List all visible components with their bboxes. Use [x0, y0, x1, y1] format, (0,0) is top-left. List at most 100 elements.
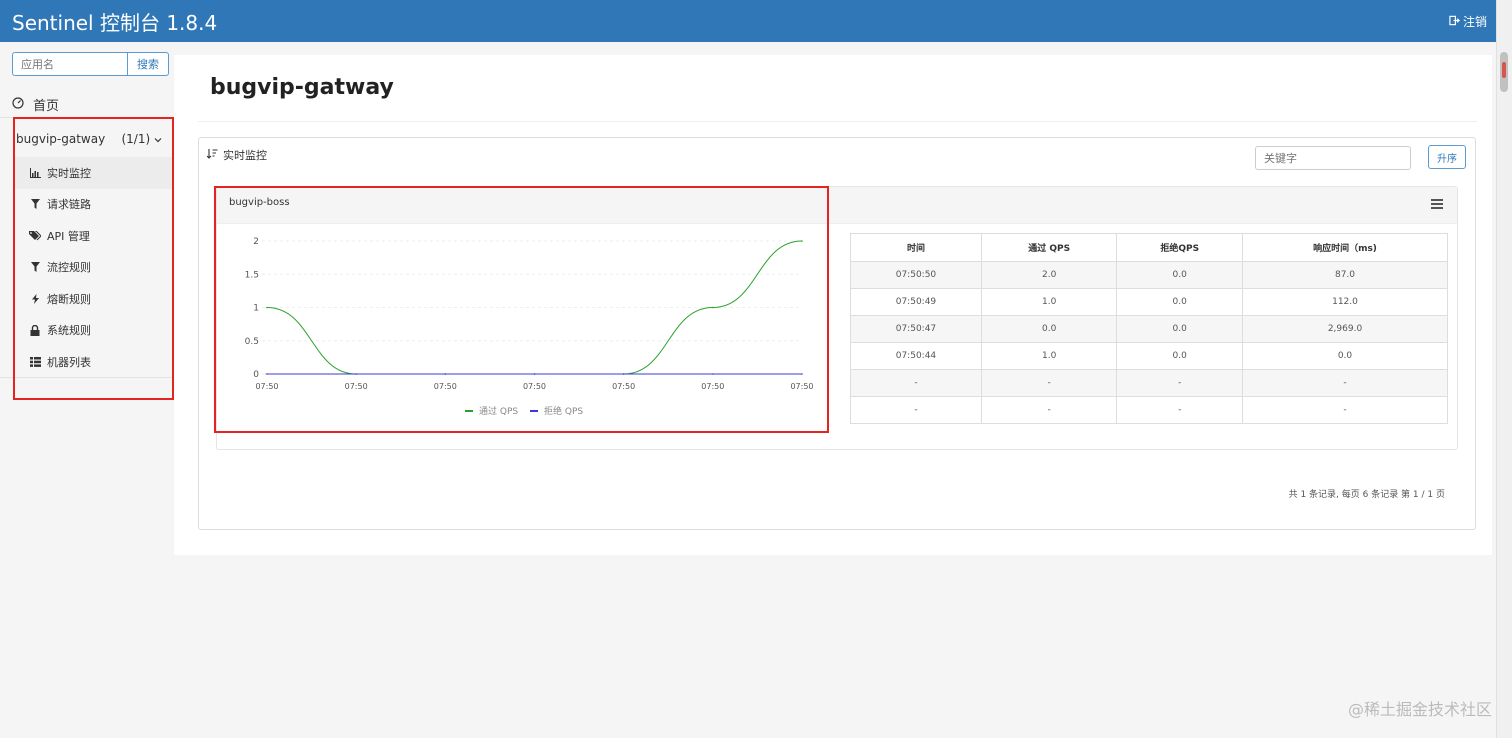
menu-item-realtime-monitor[interactable]: 实时监控 [15, 157, 173, 189]
data-point [266, 306, 268, 309]
table-header-row: 时间 通过 QPS 拒绝QPS 响应时间（ms) [850, 233, 1449, 262]
menu-item-flow-rules[interactable]: 流控规则 [15, 252, 173, 284]
brand-title[interactable]: Sentinel 控制台 1.8.4 [12, 7, 217, 36]
qps-line-chart: 2 1.5 1 0.5 0 07:50 07:50 07:50 07:50 07:50 07:50 0… [245, 237, 814, 417]
app-search: 搜索 [12, 52, 169, 76]
table-cell: - [1241, 369, 1449, 397]
menu-item-label: 机器列表 [47, 355, 91, 369]
table-cell: 2.0 [980, 261, 1118, 289]
menu-item-label: 请求链路 [47, 198, 91, 212]
logout-label: 注销 [1462, 15, 1487, 29]
table-cell: - [1116, 369, 1243, 397]
data-point [801, 240, 803, 242]
title-divider [198, 121, 1477, 122]
table-row: ---- [850, 369, 1449, 397]
table-cell: 0.0 [1116, 315, 1243, 343]
table-row: 07:50:50 2.0 0.0 87.0 [850, 261, 1449, 289]
x-tick-label: 07:50 [790, 382, 813, 391]
keyword-input[interactable] [1255, 146, 1411, 170]
list-icon [29, 356, 41, 367]
data-point [712, 306, 714, 309]
menu-item-label: 系统规则 [47, 324, 91, 338]
table-header-cell: 响应时间（ms) [1241, 233, 1449, 262]
table-cell: 1.0 [980, 342, 1118, 370]
table-cell: 112.0 [1241, 288, 1449, 316]
menu-item-degrade-rules[interactable]: 熔断规则 [15, 283, 173, 315]
legend-label: 拒绝 QPS [544, 405, 583, 417]
filter-icon [29, 262, 41, 273]
table-row: ---- [850, 396, 1449, 424]
table-cell: 07:50:44 [850, 342, 982, 370]
pagination-info: 共 1 条记录, 每页 6 条记录 第 1 / 1 页 [1288, 490, 1445, 500]
panel-title-label: 实时监控 [223, 149, 267, 162]
sidebar-item-home[interactable]: 首页 [12, 95, 59, 114]
table-cell: 1.0 [980, 288, 1118, 316]
resource-name: bugvip-boss [229, 197, 290, 208]
sort-icon [206, 148, 218, 162]
resource-card-header: bugvip-boss [217, 187, 1457, 224]
table-cell: 87.0 [1241, 261, 1449, 289]
table-cell: 07:50:49 [850, 288, 982, 316]
data-point [533, 373, 536, 375]
data-point [622, 373, 625, 375]
x-tick-label: 07:50 [345, 382, 368, 391]
menu-item-label: 实时监控 [47, 166, 91, 180]
data-point [266, 373, 268, 375]
legend-label: 通过 QPS [479, 405, 518, 417]
top-navbar: Sentinel 控制台 1.8.4 注销 [0, 0, 1497, 42]
table-cell: 07:50:50 [850, 261, 982, 289]
metrics-table: 时间 通过 QPS 拒绝QPS 响应时间（ms) 07:50:50 2.0 0.0 87.0… [850, 233, 1449, 424]
realtime-monitor-panel: 实时监控 升序 bugvip-boss 2 1.5 1 0.5 0 07:50 07:50 0… [198, 137, 1476, 530]
sidebar-app-toggle[interactable]: bugvip-gatway (1/1) [16, 132, 162, 146]
table-header-cell: 拒绝QPS [1116, 233, 1243, 262]
x-tick-label: 07:50 [523, 382, 546, 391]
app-name: bugvip-gatway [16, 132, 106, 146]
sidebar-divider [0, 377, 173, 378]
table-cell: - [1241, 396, 1449, 424]
table-cell: - [1116, 396, 1243, 424]
table-row: 07:50:49 1.0 0.0 112.0 [850, 288, 1449, 316]
menu-item-label: API 管理 [47, 229, 90, 243]
resource-card: bugvip-boss 2 1.5 1 0.5 0 07:50 07:50 07:50 07:5… [216, 186, 1458, 450]
table-cell: 0.0 [1116, 261, 1243, 289]
page-scrollbar[interactable] [1496, 0, 1512, 738]
menu-item-machine-list[interactable]: 机器列表 [15, 346, 173, 378]
table-cell: 2,969.0 [1241, 315, 1449, 343]
table-header-cell: 时间 [850, 233, 982, 262]
x-tick-label: 07:50 [701, 382, 724, 391]
sort-button[interactable]: 升序 [1428, 145, 1466, 169]
scrollbar-thumb[interactable] [1500, 52, 1508, 92]
tags-icon [29, 230, 41, 241]
y-tick-label: 0 [253, 370, 259, 380]
table-cell: - [850, 369, 982, 397]
page-title: bugvip-gatway [210, 75, 394, 100]
menu-icon[interactable] [1431, 199, 1443, 209]
table-cell: 0.0 [1116, 342, 1243, 370]
logout-link[interactable]: 注销 [1449, 13, 1487, 30]
x-tick-label: 07:50 [434, 382, 457, 391]
table-cell: 0.0 [1116, 288, 1243, 316]
table-row: 07:50:47 0.0 0.0 2,969.0 [850, 315, 1449, 343]
menu-item-request-chain[interactable]: 请求链路 [15, 189, 173, 221]
y-tick-label: 2 [253, 237, 259, 247]
dashboard-icon [12, 96, 24, 113]
sidebar-divider [0, 117, 173, 118]
search-button[interactable]: 搜索 [128, 52, 169, 76]
table-cell: 0.0 [980, 315, 1118, 343]
main-content: bugvip-gatway 实时监控 升序 bugvip-boss 2 1.5 1 0… [174, 55, 1492, 555]
app-menu: 实时监控 请求链路 API 管理 流控规则 熔断规则 系统规则 机器列表 [15, 157, 173, 378]
data-point [712, 373, 714, 375]
table-header-cell: 通过 QPS [980, 233, 1118, 262]
y-tick-label: 1 [253, 304, 259, 314]
app-machine-count: (1/1) [121, 132, 151, 146]
data-point [801, 373, 803, 375]
menu-item-api-management[interactable]: API 管理 [15, 220, 173, 252]
data-point [355, 373, 357, 375]
app-search-input[interactable] [12, 52, 128, 76]
menu-item-system-rules[interactable]: 系统规则 [15, 315, 173, 347]
y-tick-label: 0.5 [245, 337, 259, 347]
flash-icon [29, 293, 41, 304]
table-cell: - [850, 396, 982, 424]
home-label: 首页 [33, 99, 60, 114]
x-tick-label: 07:50 [612, 382, 635, 391]
